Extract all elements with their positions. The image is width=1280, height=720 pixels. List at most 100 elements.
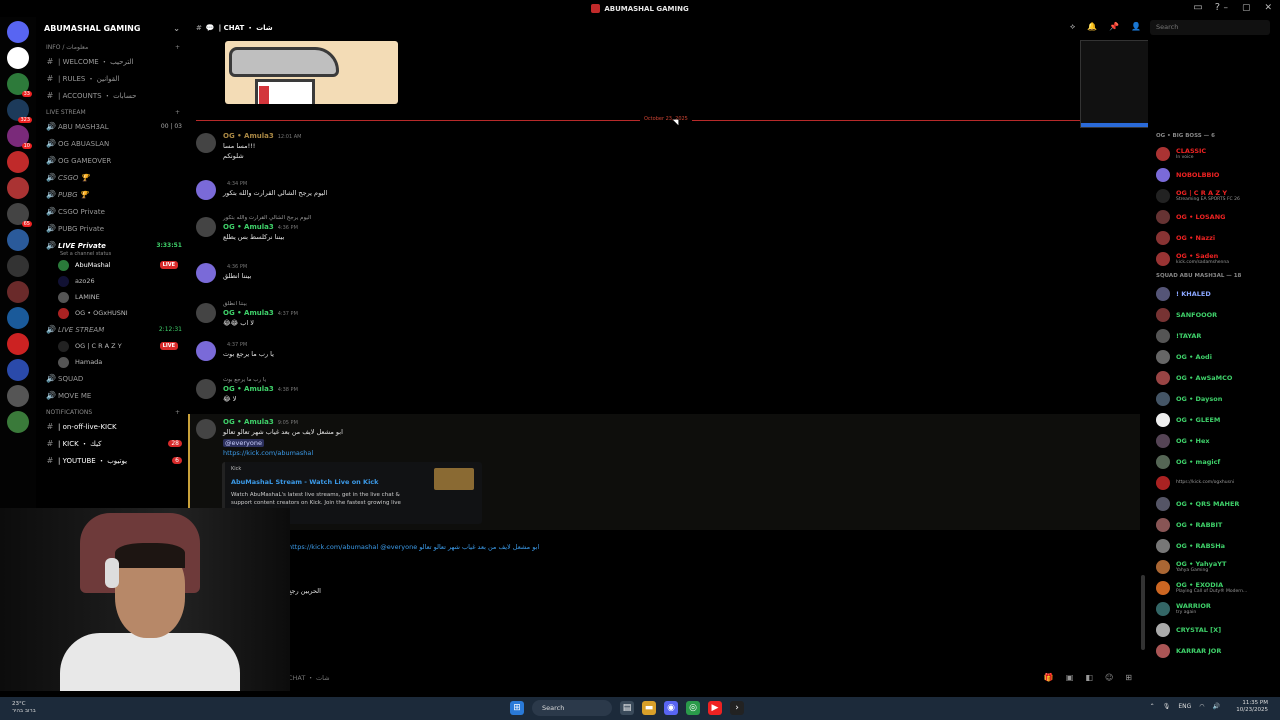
server-icon[interactable]: [7, 177, 29, 199]
message[interactable]: يا رب ما يرجع بوت OG • Amula3 4:38 PM 😂 ل…: [196, 377, 1126, 403]
pin-icon[interactable]: 📌: [1109, 22, 1119, 32]
threads-icon[interactable]: ⟡: [1070, 22, 1075, 32]
voice-user[interactable]: OG • OGxHUSNI: [36, 305, 188, 321]
channel-kick[interactable]: # | KICK ・ كيك 28: [36, 435, 188, 452]
language-indicator[interactable]: ENG: [1178, 703, 1191, 710]
member-item[interactable]: NOBOLBBIO: [1148, 164, 1280, 185]
image-attachment[interactable]: [225, 41, 398, 104]
chevron-up-icon[interactable]: ⌃: [1150, 703, 1155, 710]
mic-icon[interactable]: 🎙: [1163, 703, 1171, 710]
message[interactable]: اليوم يرجح الشالي القرارت والله بتكور OG…: [196, 215, 1126, 241]
start-icon[interactable]: ⊞: [510, 701, 524, 715]
avatar[interactable]: [196, 133, 216, 153]
weather-widget[interactable]: 23°C ברוב בהיר: [12, 701, 36, 715]
scrollbar[interactable]: [1141, 575, 1145, 650]
member-item[interactable]: OG • Saden kick.com/sadamshenna: [1148, 248, 1280, 269]
message[interactable]: https://kick.com/abumashal @everyone ابو…: [288, 541, 1140, 551]
channel-accounts[interactable]: # | ACCOUNTS ・ حسابات: [36, 87, 188, 104]
voice-channel[interactable]: 🔊 SQUAD: [36, 370, 188, 387]
message[interactable]: 4:37 PM يا رب ما يرجع بوت: [196, 339, 1126, 361]
widgets-icon[interactable]: ▤: [620, 701, 634, 715]
help-icon[interactable]: ?: [1215, 2, 1220, 13]
member-item[interactable]: OG • Hex: [1148, 430, 1280, 451]
gif-icon[interactable]: ▣: [1066, 673, 1074, 682]
voice-channel[interactable]: 🔊 CSGO Private: [36, 203, 188, 220]
voice-channel[interactable]: 🔊 ABU MASH3AL 00 | 03: [36, 118, 188, 135]
category-info[interactable]: INFO / معلومات +: [36, 39, 188, 53]
voice-channel[interactable]: 🔊 OG GAMEOVER: [36, 152, 188, 169]
server-header[interactable]: ABUMASHAL GAMING ⌄: [36, 17, 188, 39]
server-icon[interactable]: [7, 255, 29, 277]
server-icon[interactable]: [7, 411, 29, 433]
server-icon[interactable]: [7, 359, 29, 381]
voice-user[interactable]: LAMINE: [36, 289, 188, 305]
clock[interactable]: 11:35 PM 10/23/2025: [1236, 700, 1268, 714]
members-icon[interactable]: 👤: [1131, 22, 1141, 32]
server-icon[interactable]: 65: [7, 203, 32, 227]
voice-user[interactable]: Hamada: [36, 354, 188, 370]
member-item[interactable]: ! KHALED: [1148, 283, 1280, 304]
kick-link[interactable]: https://kick.com/abumashal: [223, 449, 1126, 457]
minimize-button[interactable]: –: [1223, 3, 1228, 13]
member-item[interactable]: WARRIOR try again: [1148, 598, 1280, 619]
voice-channel[interactable]: 🔊 CSGO 🏆: [36, 169, 188, 186]
voice-channel[interactable]: 🔊 PUBG Private: [36, 220, 188, 237]
voice-channel[interactable]: 🔊 MOVE ME: [36, 387, 188, 404]
youtube-icon[interactable]: ▶: [708, 701, 722, 715]
chrome-icon[interactable]: ◎: [686, 701, 700, 715]
message[interactable]: OG • Amula3 12:01 AM مسا مسا!!! شلونكم: [196, 131, 1126, 160]
category-live-stream[interactable]: LIVE STREAM +: [36, 104, 188, 118]
member-item[interactable]: OG • Dayson: [1148, 388, 1280, 409]
member-item[interactable]: OG • AwSaMCO: [1148, 367, 1280, 388]
server-icon[interactable]: [7, 333, 29, 355]
message[interactable]: OG • Amula3 9:05 PM ابو مشعل لايف من بعد …: [196, 417, 1126, 457]
avatar[interactable]: [196, 263, 216, 283]
member-item[interactable]: KARRAR JOR: [1148, 640, 1280, 661]
avatar[interactable]: [196, 303, 216, 323]
channel-welcome[interactable]: # | WELCOME ・ الترحيب: [36, 53, 188, 70]
server-icon[interactable]: [7, 229, 29, 251]
inbox-icon[interactable]: ▭: [1193, 2, 1202, 13]
member-item[interactable]: OG • QRS MAHER: [1148, 493, 1280, 514]
voice-user[interactable]: azo26: [36, 273, 188, 289]
avatar[interactable]: [196, 341, 216, 361]
message-input[interactable]: CHAT ・ شات 🎁 ▣ ◧ ☺ ⊞: [196, 668, 1140, 686]
voice-user[interactable]: AbuMashal LIVE: [36, 257, 188, 273]
server-icon[interactable]: [7, 281, 29, 303]
embed-thumbnail[interactable]: [434, 468, 474, 490]
file-explorer-icon[interactable]: ▬: [642, 701, 656, 715]
discord-icon[interactable]: ◉: [664, 701, 678, 715]
member-item[interactable]: CRYSTAL [X]: [1148, 619, 1280, 640]
server-icon[interactable]: [7, 21, 29, 43]
server-icon[interactable]: 33: [7, 73, 32, 97]
voice-channel[interactable]: 🔊 PUBG 🏆: [36, 186, 188, 203]
voice-channel[interactable]: 🔊 OG ABUASLAN: [36, 135, 188, 152]
everyone-mention[interactable]: @everyone: [223, 439, 264, 447]
server-icon[interactable]: [7, 151, 29, 173]
server-icon[interactable]: [7, 307, 29, 329]
member-item[interactable]: CLASSIC In voice: [1148, 143, 1280, 164]
member-item[interactable]: OG • RABBIT: [1148, 514, 1280, 535]
member-item[interactable]: https://kick.com/ogxhusni: [1148, 472, 1280, 493]
server-icon[interactable]: [7, 385, 29, 407]
member-item[interactable]: OG • Nazzi: [1148, 227, 1280, 248]
member-item[interactable]: OG • LOSANG: [1148, 206, 1280, 227]
member-item[interactable]: !TAYAR: [1148, 325, 1280, 346]
close-button[interactable]: ✕: [1264, 3, 1272, 13]
channel-rules[interactable]: # | RULES ・ القوانين: [36, 70, 188, 87]
member-item[interactable]: OG • EXODIA Playing Call of Duty® Modern.…: [1148, 577, 1280, 598]
member-item[interactable]: OG • YahyaYT Yahya Gaming: [1148, 556, 1280, 577]
bell-icon[interactable]: 🔔: [1087, 22, 1097, 32]
wifi-icon[interactable]: ◠: [1199, 703, 1204, 710]
avatar[interactable]: [196, 419, 216, 439]
member-item[interactable]: OG • RABSHa: [1148, 535, 1280, 556]
member-item[interactable]: OG • magicf: [1148, 451, 1280, 472]
member-item[interactable]: OG • Aodi: [1148, 346, 1280, 367]
voice-user[interactable]: OG | C R A Z Y LIVE: [36, 338, 188, 354]
member-item[interactable]: SANFOOOR: [1148, 304, 1280, 325]
maximize-button[interactable]: ▢: [1242, 3, 1251, 13]
server-icon[interactable]: [7, 47, 29, 69]
server-icon[interactable]: 323: [7, 99, 32, 123]
category-notifications[interactable]: NOTIFICATIONS +: [36, 404, 188, 418]
message[interactable]: 4:34 PM اليوم يرجح الشالي القرارت والله …: [196, 178, 1126, 200]
